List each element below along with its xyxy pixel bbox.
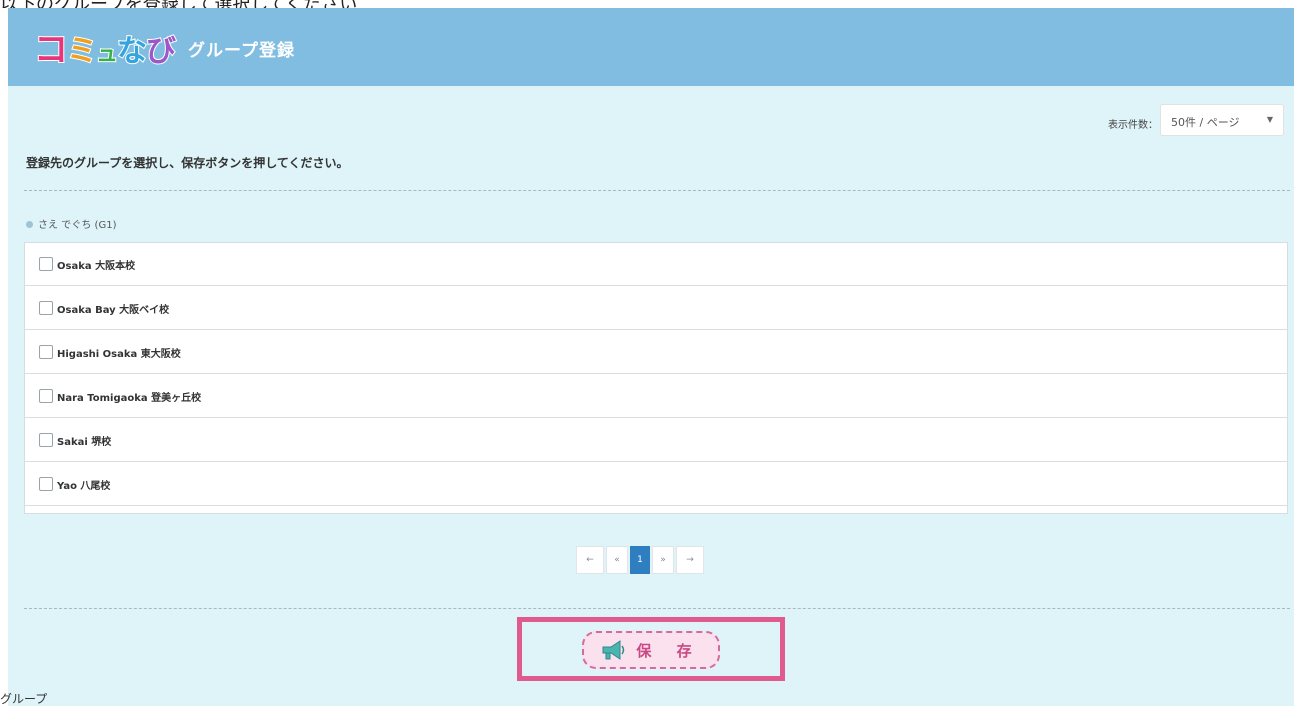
- divider: [24, 190, 1290, 191]
- divider: [24, 608, 1290, 609]
- list-item[interactable]: Sakai 堺校: [25, 419, 1287, 462]
- checkbox[interactable]: [39, 477, 53, 491]
- list-item-label: Higashi Osaka 東大阪校: [57, 348, 181, 360]
- per-page-value: 50件 / ページ: [1171, 116, 1240, 129]
- checkbox[interactable]: [39, 389, 53, 403]
- group-label: さえ でぐち (G1): [26, 216, 116, 231]
- list-item[interactable]: Nara Tomigaoka 登美ヶ丘校: [25, 375, 1287, 418]
- page-number-button[interactable]: 1: [630, 546, 650, 574]
- list-item-label: Sakai 堺校: [57, 436, 112, 448]
- header-bar: コミュなび グループ登録: [8, 8, 1294, 86]
- logo-char: な: [116, 33, 148, 70]
- list-item[interactable]: Higashi Osaka 東大阪校: [25, 331, 1287, 374]
- list-item-label: Nara Tomigaoka 登美ヶ丘校: [57, 392, 202, 404]
- list-item-label: Osaka 大阪本校: [57, 260, 136, 272]
- save-button[interactable]: 保 存: [582, 631, 720, 669]
- logo-char: ミ: [66, 33, 98, 70]
- save-button-label: 保 存: [636, 641, 702, 660]
- per-page-select[interactable]: 50件 / ページ ▼: [1160, 104, 1284, 136]
- prev-page-button[interactable]: «: [606, 546, 628, 574]
- group-list[interactable]: Osaka 大阪本校 Osaka Bay 大阪ベイ校 Higashi Osaka…: [24, 242, 1288, 514]
- list-item[interactable]: Osaka Bay 大阪ベイ校: [25, 287, 1287, 330]
- megaphone-icon: [600, 639, 626, 661]
- checkbox[interactable]: [39, 257, 53, 271]
- checkbox[interactable]: [39, 301, 53, 315]
- bullet-icon: [26, 221, 33, 228]
- first-page-button[interactable]: ←: [576, 546, 604, 574]
- page-caption: 以下のグループを登録して選択してください: [0, 0, 357, 8]
- per-page-label: 表示件数：: [1108, 120, 1158, 131]
- caret-down-icon: ▼: [1266, 115, 1273, 124]
- list-item[interactable]: Yao 八尾校: [25, 463, 1287, 506]
- page-title: グループ登録: [188, 41, 295, 61]
- app-logo[interactable]: コミュなび: [33, 22, 177, 71]
- bottom-text-fragment: グループ: [0, 692, 48, 706]
- save-highlight-box: 保 存: [517, 617, 785, 681]
- logo-char: ュ: [95, 41, 119, 68]
- checkbox[interactable]: [39, 433, 53, 447]
- pagination: ← « 1 » →: [576, 546, 704, 574]
- last-page-button[interactable]: →: [676, 546, 704, 574]
- logo-char: コ: [33, 29, 69, 71]
- list-item[interactable]: Osaka 大阪本校: [25, 243, 1287, 286]
- group-label-text: さえ でぐち (G1): [38, 220, 117, 231]
- list-item-label: Yao 八尾校: [57, 480, 111, 492]
- list-item-label: Osaka Bay 大阪ベイ校: [57, 304, 170, 316]
- logo-char: び: [145, 33, 177, 70]
- checkbox[interactable]: [39, 345, 53, 359]
- instruction-text: 登録先のグループを選択し、保存ボタンを押してください。: [26, 156, 349, 170]
- next-page-button[interactable]: »: [652, 546, 674, 574]
- app-frame: コミュなび グループ登録 表示件数： 50件 / ページ ▼ 登録先のグループを…: [8, 8, 1294, 706]
